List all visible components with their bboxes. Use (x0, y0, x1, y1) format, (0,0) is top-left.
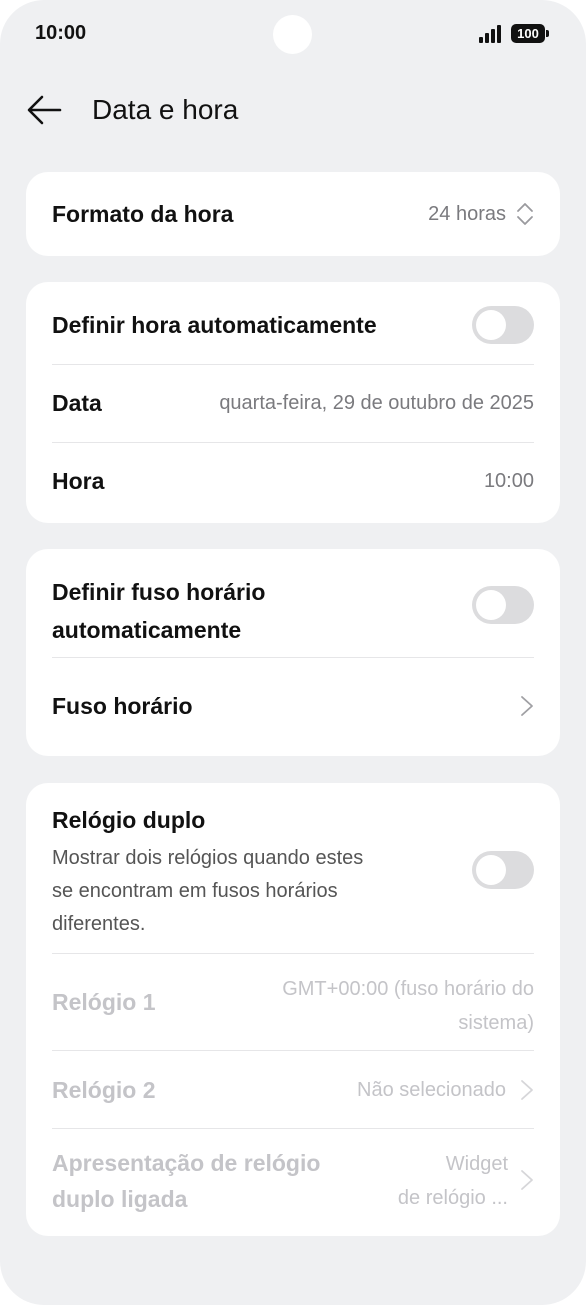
chevron-right-icon (521, 696, 533, 716)
clock2-value: Não selecionado (357, 1079, 506, 1101)
time-value: 10:00 (483, 470, 534, 492)
time-label: Hora (52, 468, 105, 494)
time-format-row[interactable]: Formato da hora 24 horas (52, 172, 534, 256)
dual-display-row[interactable]: Apresentação de relógio duplo ligada Wid… (52, 1129, 534, 1236)
dual-clock-desc-line1: Mostrar dois relógios quando estes (52, 847, 364, 869)
arrow-left-icon (27, 95, 62, 125)
date-time-card: Definir hora automaticamente Data quarta… (26, 282, 560, 523)
dual-clock-label: Relógio duplo (52, 807, 206, 833)
clock1-label: Relógio 1 (52, 989, 156, 1015)
up-down-chevron-icon (517, 203, 533, 225)
dual-display-label-line1: Apresentação de relógio (52, 1150, 321, 1176)
time-format-card: Formato da hora 24 horas (26, 172, 560, 256)
dual-clock-card: Relógio duplo Mostrar dois relógios quan… (26, 783, 560, 1236)
auto-timezone-toggle[interactable] (472, 586, 534, 624)
back-button[interactable] (26, 92, 66, 128)
dual-display-label-line2: duplo ligada (52, 1186, 188, 1212)
status-time: 10:00 (35, 22, 87, 44)
dual-display-value: Widget de relógio ... (398, 1147, 508, 1215)
timezone-card: Definir fuso horário automaticamente Fus… (26, 549, 560, 756)
auto-time-row[interactable]: Definir hora automaticamente (52, 282, 534, 364)
time-format-value: 24 horas (428, 203, 506, 225)
phone-screen: 10:00 100 Data e hora Formato da hora 24… (0, 0, 586, 1305)
dual-clock-description: Mostrar dois relógios quando estes se en… (52, 842, 363, 941)
auto-timezone-row[interactable]: Definir fuso horário automaticamente (52, 549, 534, 657)
dual-display-value-line1: Widget (445, 1153, 508, 1175)
dual-display-value-line2: de relógio ... (397, 1187, 508, 1209)
chevron-right-icon (521, 1170, 533, 1190)
dual-clock-desc-line3: diferentes. (52, 913, 146, 935)
date-row[interactable]: Data quarta-feira, 29 de outubro de 2025 (52, 365, 534, 443)
date-value: quarta-feira, 29 de outubro de 2025 (219, 392, 534, 414)
dual-display-label: Apresentação de relógio duplo ligada (52, 1145, 320, 1217)
clock2-label: Relógio 2 (52, 1077, 156, 1103)
camera-cutout (273, 15, 312, 54)
timezone-label: Fuso horário (52, 693, 193, 719)
signal-icon (479, 25, 505, 43)
clock1-value-line1: GMT+00:00 (fuso horário do (282, 978, 534, 1000)
header: Data e hora (0, 80, 586, 140)
dual-clock-desc-line2: se encontram em fusos horários (52, 880, 338, 902)
clock1-value: GMT+00:00 (fuso horário do sistema) (282, 972, 534, 1040)
time-row[interactable]: Hora 10:00 (52, 443, 534, 523)
date-label: Data (52, 390, 102, 416)
battery-icon: 100 (511, 24, 549, 43)
clock1-value-line2: sistema) (458, 1012, 534, 1034)
status-bar: 10:00 100 (0, 0, 586, 68)
auto-time-toggle[interactable] (472, 306, 534, 344)
clock2-row[interactable]: Relógio 2 Não selecionado (52, 1051, 534, 1129)
timezone-row[interactable]: Fuso horário (52, 658, 534, 756)
page-title: Data e hora (92, 94, 239, 125)
auto-time-label: Definir hora automaticamente (52, 312, 377, 338)
dual-clock-row[interactable]: Relógio duplo Mostrar dois relógios quan… (52, 783, 534, 953)
chevron-right-icon (521, 1080, 533, 1100)
auto-timezone-label-line2: automaticamente (52, 617, 242, 643)
time-format-label: Formato da hora (52, 201, 234, 227)
dual-clock-toggle[interactable] (472, 851, 534, 889)
auto-timezone-label-line1: Definir fuso horário (52, 579, 266, 605)
clock1-row[interactable]: Relógio 1 GMT+00:00 (fuso horário do sis… (52, 954, 534, 1050)
auto-timezone-label: Definir fuso horário automaticamente (52, 573, 265, 649)
